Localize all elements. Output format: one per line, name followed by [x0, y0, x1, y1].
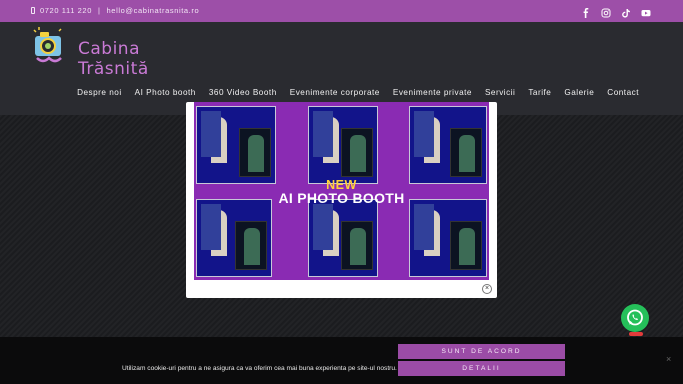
nav-tarife[interactable]: Tarife: [528, 88, 551, 97]
facebook-icon[interactable]: [581, 5, 591, 18]
main-nav: Despre noi AI Photo booth 360 Video Boot…: [77, 88, 639, 97]
nav-galerie[interactable]: Galerie: [564, 88, 594, 97]
ai-photo-booth-promo-image[interactable]: NEW AI PHOTO BOOTH: [194, 102, 489, 280]
promo-tile: [409, 199, 487, 277]
contact-separator: |: [97, 6, 101, 15]
promo-banner-title: AI PHOTO BOOTH: [278, 190, 405, 206]
contact-info: 0720 111 220 | hello@cabinatrasnita.ro: [31, 6, 199, 15]
cookie-accept-button[interactable]: SUNT DE ACORD: [398, 344, 565, 359]
nav-360-video-booth[interactable]: 360 Video Booth: [209, 88, 277, 97]
nav-contact[interactable]: Contact: [607, 88, 639, 97]
social-links: [581, 5, 651, 18]
promo-tile: [308, 106, 378, 184]
popup-close-button[interactable]: ×: [482, 284, 492, 294]
camera-logo-icon: [33, 27, 62, 63]
whatsapp-icon: [627, 309, 643, 326]
logo-text: Cabina Trăsnită: [78, 39, 149, 79]
promo-popup: NEW AI PHOTO BOOTH ×: [186, 102, 497, 298]
cookie-close-icon[interactable]: ×: [666, 354, 671, 364]
promo-tile: [308, 199, 378, 277]
phone-number[interactable]: 0720 111 220: [40, 6, 92, 15]
nav-servicii[interactable]: Servicii: [485, 88, 515, 97]
promo-tile: [409, 106, 487, 184]
email-link[interactable]: hello@cabinatrasnita.ro: [107, 6, 200, 15]
site-logo[interactable]: Cabina Trăsnită: [31, 26, 166, 79]
nav-evenimente-private[interactable]: Evenimente private: [393, 88, 472, 97]
top-bar: 0720 111 220 | hello@cabinatrasnita.ro: [0, 0, 683, 22]
cookie-message: Utilizam cookie-uri pentru a ne asigura …: [122, 365, 397, 372]
phone-icon: [31, 7, 35, 14]
instagram-icon[interactable]: [601, 5, 611, 18]
nav-despre-noi[interactable]: Despre noi: [77, 88, 122, 97]
youtube-icon[interactable]: [641, 5, 651, 17]
cookie-banner: Utilizam cookie-uri pentru a ne asigura …: [0, 337, 683, 384]
promo-tile: [196, 106, 276, 184]
cookie-details-button[interactable]: DETALII: [398, 361, 565, 376]
nav-ai-photo-booth[interactable]: AI Photo booth: [135, 88, 196, 97]
tiktok-icon[interactable]: [621, 5, 631, 18]
nav-evenimente-corporate[interactable]: Evenimente corporate: [290, 88, 380, 97]
whatsapp-button[interactable]: [621, 304, 649, 332]
whatsapp-badge: [629, 332, 643, 336]
promo-tile: [196, 199, 272, 277]
